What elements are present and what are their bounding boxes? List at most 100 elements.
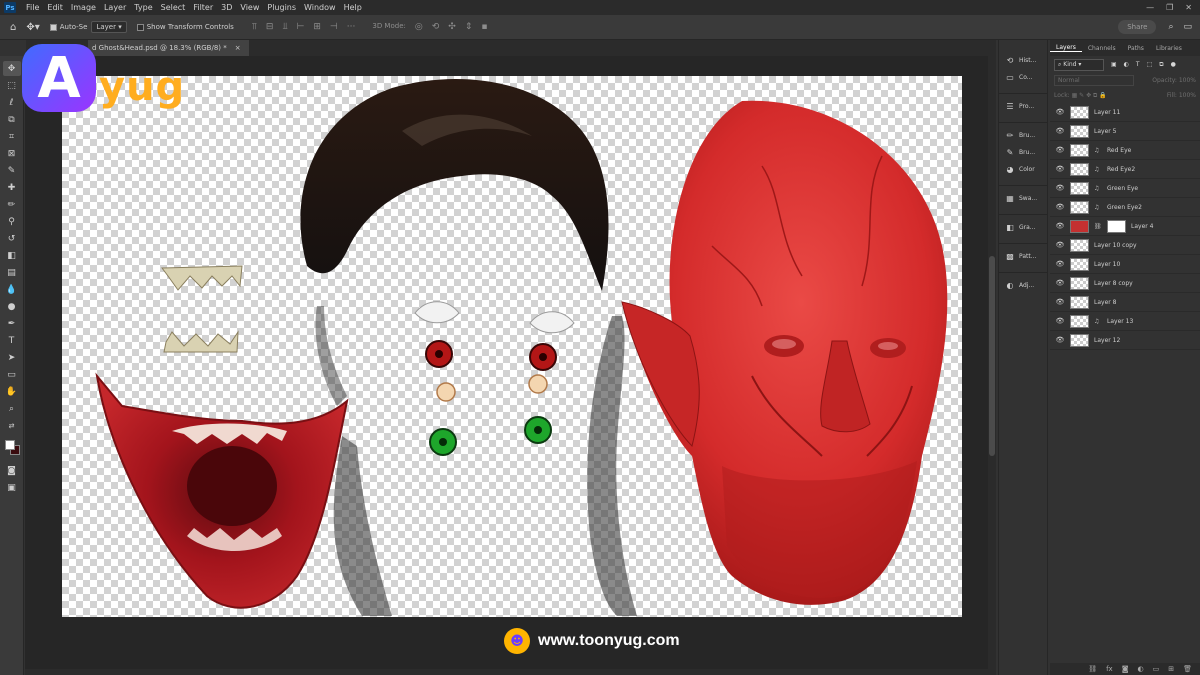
visibility-eye-icon[interactable]: 👁 — [1055, 279, 1065, 287]
filter-type-icon[interactable]: T — [1136, 61, 1140, 68]
canvas-workspace[interactable] — [25, 56, 988, 669]
hand-tool-icon[interactable]: ✋ — [3, 384, 21, 399]
align-center-icon[interactable]: ⊞ — [313, 22, 321, 32]
visibility-eye-icon[interactable]: 👁 — [1055, 108, 1065, 116]
panel-brushes[interactable]: ✏ Bru... — [999, 127, 1047, 144]
add-mask-icon[interactable]: ◙ — [1122, 665, 1129, 673]
visibility-eye-icon[interactable]: 👁 — [1055, 203, 1065, 211]
layer-row[interactable]: 👁 ♫ Red Eye — [1050, 141, 1200, 160]
new-layer-icon[interactable]: ⊞ — [1168, 665, 1174, 673]
layer-row[interactable]: 👁 Layer 10 — [1050, 255, 1200, 274]
menu-help[interactable]: Help — [340, 3, 366, 12]
pen-tool-icon[interactable]: ✒ — [3, 316, 21, 331]
slide-3d-icon[interactable]: ⇕ — [465, 22, 473, 32]
swap-colors-icon[interactable]: ⇄ — [3, 418, 21, 433]
quick-mask-icon[interactable]: ◙ — [3, 463, 21, 478]
visibility-eye-icon[interactable]: 👁 — [1055, 127, 1065, 135]
visibility-eye-icon[interactable]: 👁 — [1055, 298, 1065, 306]
filter-smart-icon[interactable]: ⧉ — [1159, 61, 1163, 69]
layer-row[interactable]: 👁 ♫ Red Eye2 — [1050, 160, 1200, 179]
layer-row[interactable]: 👁 Layer 11 — [1050, 103, 1200, 122]
link-layers-icon[interactable]: ⛓ — [1088, 665, 1097, 673]
menu-select[interactable]: Select — [157, 3, 190, 12]
frame-tool-icon[interactable]: ⊠ — [3, 146, 21, 161]
visibility-eye-icon[interactable]: 👁 — [1055, 184, 1065, 192]
tab-channels[interactable]: Channels — [1082, 45, 1122, 52]
color-swatches[interactable] — [3, 438, 21, 458]
scale-3d-icon[interactable]: ▪ — [481, 22, 487, 32]
menu-layer[interactable]: Layer — [100, 3, 130, 12]
object-select-tool-icon[interactable]: ⧉ — [3, 112, 21, 127]
menu-file[interactable]: File — [22, 3, 43, 12]
blur-tool-icon[interactable]: 💧 — [3, 282, 21, 297]
layer-row[interactable]: 👁 Layer 5 — [1050, 122, 1200, 141]
history-brush-tool-icon[interactable]: ↺ — [3, 231, 21, 246]
fill-control[interactable]: Fill: 100% — [1167, 92, 1196, 99]
filter-pixel-icon[interactable]: ▣ — [1111, 61, 1117, 68]
adjustment-layer-icon[interactable]: ◐ — [1138, 665, 1144, 673]
menu-type[interactable]: Type — [130, 3, 156, 12]
gradient-tool-icon[interactable]: ▤ — [3, 265, 21, 280]
layer-row[interactable]: 👁 Layer 8 copy — [1050, 274, 1200, 293]
tab-layers[interactable]: Layers — [1050, 44, 1082, 52]
layer-mask-thumbnail[interactable] — [1107, 219, 1126, 233]
panel-patterns[interactable]: ▩ Patt... — [999, 248, 1047, 265]
visibility-eye-icon[interactable]: 👁 — [1055, 336, 1065, 344]
home-icon[interactable]: ⌂ — [10, 22, 16, 33]
lasso-tool-icon[interactable]: ℓ — [3, 95, 21, 110]
move-tool-icon[interactable]: ✥ — [2, 61, 21, 76]
panel-adjustments[interactable]: ◐ Adj... — [999, 277, 1047, 294]
visibility-eye-icon[interactable]: 👁 — [1055, 317, 1065, 325]
tab-libraries[interactable]: Libraries — [1150, 45, 1188, 52]
layer-row[interactable]: 👁 ♫ Green Eye2 — [1050, 198, 1200, 217]
panel-history[interactable]: ⟲ Hist... — [999, 52, 1047, 69]
document-canvas[interactable] — [62, 76, 962, 617]
foreground-color-swatch[interactable] — [4, 440, 15, 450]
dodge-tool-icon[interactable]: ● — [3, 299, 21, 314]
crop-tool-icon[interactable]: ⌗ — [3, 129, 21, 144]
path-select-tool-icon[interactable]: ➤ — [3, 350, 21, 365]
more-options-icon[interactable]: ··· — [347, 22, 356, 32]
move-tool-preset-icon[interactable]: ✥▾ — [26, 22, 39, 33]
healing-tool-icon[interactable]: ✚ — [3, 180, 21, 195]
panel-gradients[interactable]: ◧ Gra... — [999, 219, 1047, 236]
align-bottom-icon[interactable]: ⫫ — [282, 22, 287, 32]
show-transform-checkbox[interactable]: Show Transform Controls — [136, 23, 234, 31]
filter-adjust-icon[interactable]: ◐ — [1124, 61, 1129, 68]
align-left-icon[interactable]: ⊢ — [297, 22, 305, 32]
delete-layer-icon[interactable]: 🗑 — [1183, 665, 1192, 673]
group-icon[interactable]: ▭ — [1153, 665, 1160, 673]
panel-properties[interactable]: ☰ Pro... — [999, 98, 1047, 115]
orbit-3d-icon[interactable]: ◎ — [415, 22, 423, 32]
roll-3d-icon[interactable]: ⟲ — [432, 22, 440, 32]
menu-plugins[interactable]: Plugins — [263, 3, 300, 12]
auto-select-target-dropdown[interactable]: Layer ▾ — [91, 21, 127, 33]
auto-select-checkbox[interactable]: Auto-Se — [49, 23, 87, 31]
align-right-icon[interactable]: ⊣ — [330, 22, 338, 32]
menu-3d[interactable]: 3D — [217, 3, 236, 12]
menu-view[interactable]: View — [236, 3, 263, 12]
filter-shape-icon[interactable]: ⬚ — [1147, 61, 1153, 68]
visibility-eye-icon[interactable]: 👁 — [1055, 165, 1065, 173]
menu-edit[interactable]: Edit — [43, 3, 67, 12]
tab-paths[interactable]: Paths — [1122, 45, 1150, 52]
filter-toggle-icon[interactable]: ● — [1171, 61, 1176, 68]
layer-style-icon[interactable]: fx — [1106, 665, 1113, 673]
search-icon[interactable]: ⌕ — [1168, 22, 1173, 32]
panel-comments[interactable]: ▭ Co... — [999, 69, 1047, 86]
layer-row[interactable]: 👁 ♫ Green Eye — [1050, 179, 1200, 198]
type-tool-icon[interactable]: T — [3, 333, 21, 348]
align-middle-icon[interactable]: ⊟ — [266, 22, 274, 32]
panel-color[interactable]: ◕ Color — [999, 161, 1047, 178]
menu-window[interactable]: Window — [300, 3, 340, 12]
visibility-eye-icon[interactable]: 👁 — [1055, 241, 1065, 249]
panel-brush-settings[interactable]: ✎ Bru... — [999, 144, 1047, 161]
align-top-icon[interactable]: ⫪ — [252, 22, 257, 32]
layer-row[interactable]: 👁 Layer 12 — [1050, 331, 1200, 350]
close-window-button[interactable]: ✕ — [1185, 3, 1192, 12]
marquee-tool-icon[interactable]: ⬚ — [3, 78, 21, 93]
visibility-eye-icon[interactable]: 👁 — [1055, 146, 1065, 154]
layer-kind-filter[interactable]: ⌕ Kind ▾ — [1054, 58, 1104, 71]
screen-mode-icon[interactable]: ▣ — [3, 480, 21, 495]
zoom-tool-icon[interactable]: ⌕ — [3, 401, 21, 416]
